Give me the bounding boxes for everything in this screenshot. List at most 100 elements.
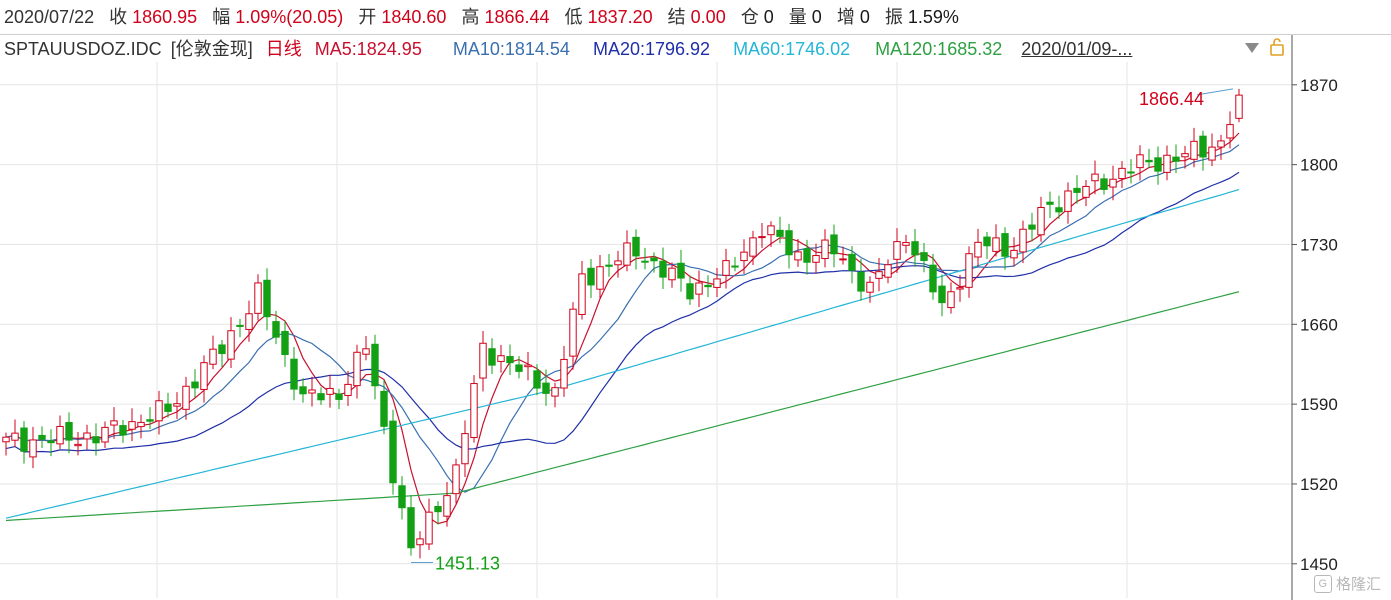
candle-body: [947, 291, 955, 309]
candle-body: [839, 258, 847, 261]
candle-body: [1091, 173, 1099, 182]
candle-body: [362, 348, 370, 355]
candle-body: [938, 285, 946, 304]
candle: [1217, 134, 1225, 160]
candle: [272, 310, 280, 345]
candle: [74, 431, 82, 456]
candle-body: [542, 382, 550, 394]
candle-body: [470, 383, 478, 439]
candle-body: [218, 344, 226, 355]
candle: [731, 256, 739, 272]
ma120-line: [5, 291, 1240, 522]
candle: [362, 336, 370, 361]
candle: [1055, 195, 1063, 219]
candle-body: [209, 348, 217, 365]
candle: [326, 374, 334, 408]
candle-body: [785, 230, 793, 256]
candle-body: [731, 265, 739, 268]
candle: [452, 458, 460, 504]
candle-body: [1181, 153, 1189, 158]
candle-body: [893, 241, 901, 260]
candle-body: [515, 364, 523, 372]
candle: [434, 501, 442, 525]
candle-body: [353, 351, 361, 387]
candle-body: [857, 271, 865, 292]
candle-body: [911, 241, 919, 256]
candle: [893, 228, 901, 273]
candle-body: [245, 313, 253, 330]
candle-body: [578, 273, 586, 315]
candle: [236, 318, 244, 338]
candle: [785, 223, 793, 269]
candle-body: [1163, 154, 1171, 173]
candle-body: [1019, 228, 1027, 253]
candle: [821, 229, 829, 268]
candle: [1019, 220, 1027, 264]
candle: [479, 331, 487, 392]
candle: [497, 344, 505, 373]
candle: [83, 424, 91, 450]
y-tick-label: 1660: [1300, 315, 1338, 334]
watermark-logo-icon: G: [1313, 574, 1332, 593]
candle: [245, 300, 253, 342]
candle-body: [326, 387, 334, 395]
candle-body: [605, 264, 613, 267]
candle: [308, 376, 316, 407]
candle: [1154, 146, 1162, 185]
candle: [488, 338, 496, 374]
candle: [389, 409, 397, 495]
candle: [506, 344, 514, 376]
candle-body: [902, 242, 910, 246]
candle: [1226, 111, 1234, 149]
candle-body: [317, 393, 325, 401]
candle-body: [74, 443, 82, 447]
candle-body: [758, 236, 766, 239]
candle: [884, 259, 892, 284]
candle: [110, 407, 118, 439]
candle: [11, 419, 19, 448]
candle-body: [821, 239, 829, 260]
candle-body: [1226, 124, 1234, 139]
candle: [515, 356, 523, 379]
candle-body: [191, 381, 199, 389]
candle: [956, 274, 964, 302]
candle-body: [1136, 154, 1144, 169]
ma5-line: [5, 132, 1240, 525]
candle-body: [461, 433, 469, 465]
candle-body: [83, 432, 91, 440]
candle-body: [920, 252, 928, 261]
candle-body: [308, 389, 316, 394]
chart-grid: [0, 62, 1292, 598]
candle: [713, 267, 721, 298]
candle: [20, 421, 28, 464]
candle: [839, 246, 847, 265]
candle-body: [1055, 207, 1063, 213]
candle-body: [263, 279, 271, 318]
ma60-line: [5, 189, 1240, 519]
candlestick-chart[interactable]: 1450 1520 1590 1660 1730 1800 1870 1866.44 1451…: [0, 0, 1391, 600]
candle-body: [1118, 167, 1126, 180]
candle-body: [497, 355, 505, 362]
candle: [254, 274, 262, 321]
candle-body: [533, 370, 541, 389]
candle-body: [1100, 178, 1108, 190]
candle-body: [407, 507, 415, 549]
candle-body: [524, 364, 532, 368]
candle: [1073, 175, 1081, 204]
candle-body: [641, 260, 649, 263]
candle-body: [92, 436, 100, 444]
candle-body: [272, 321, 280, 338]
candle-body: [596, 266, 604, 290]
candle: [632, 229, 640, 270]
candle-body: [992, 237, 1000, 252]
candle: [65, 412, 73, 454]
candle-body: [416, 538, 424, 546]
candle: [1136, 145, 1144, 181]
candle-body: [29, 439, 37, 458]
ma10-line: [5, 144, 1240, 493]
candle-body: [1046, 201, 1054, 205]
candle-body: [101, 426, 109, 443]
candle: [56, 415, 64, 449]
candle-body: [884, 264, 892, 278]
candle: [470, 375, 478, 443]
